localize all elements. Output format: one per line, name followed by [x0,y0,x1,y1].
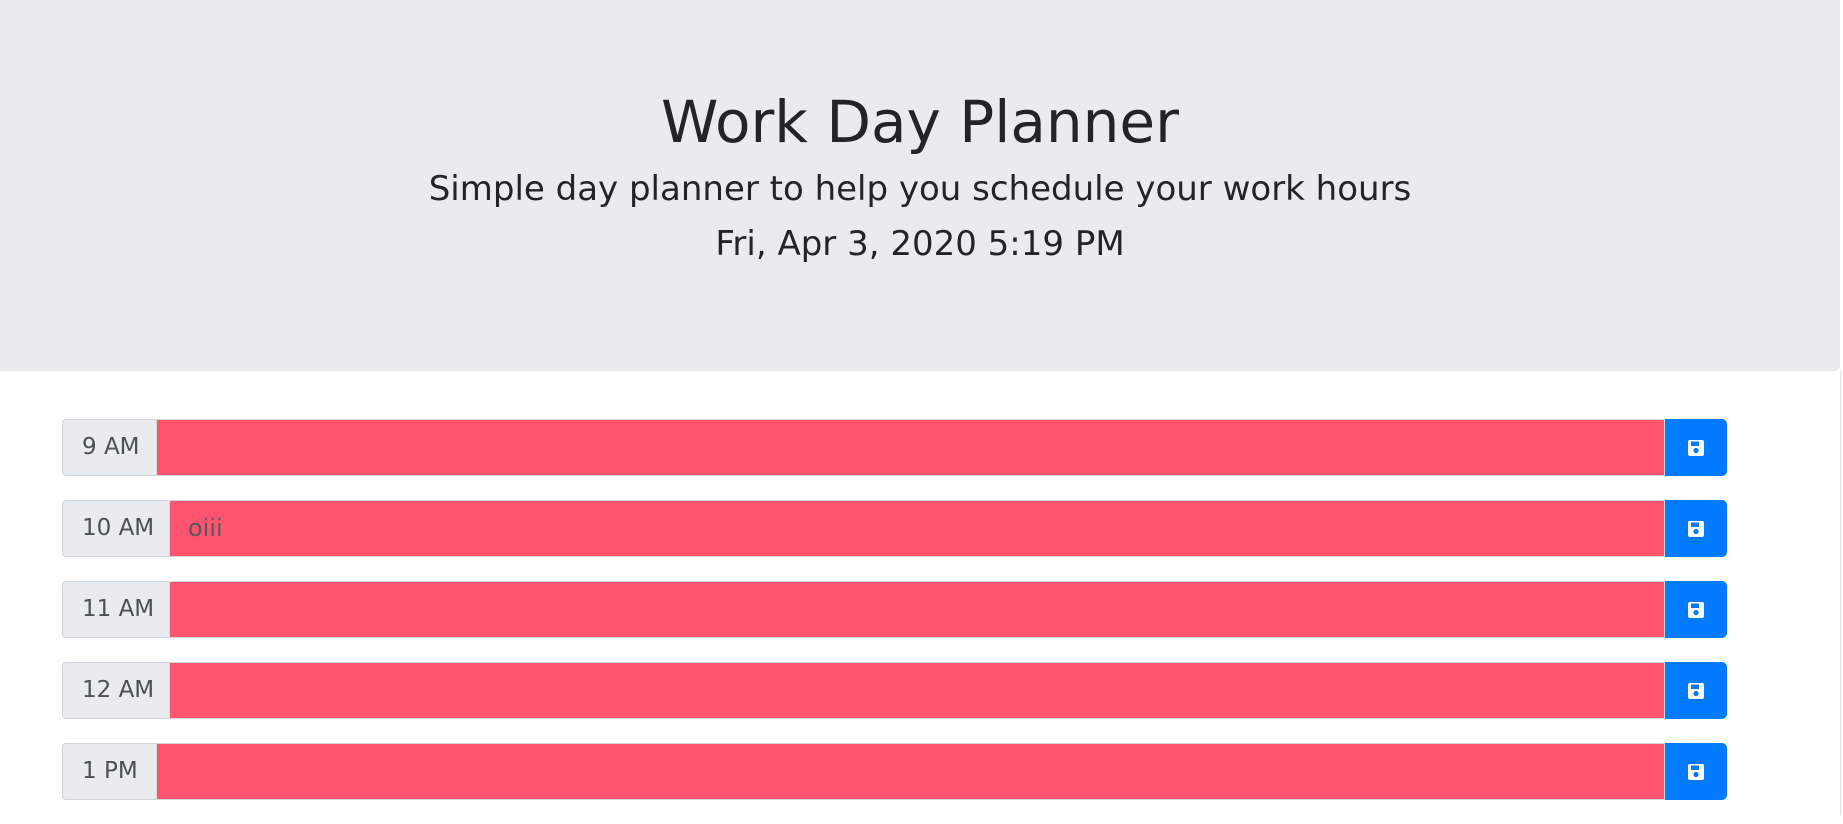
hour-event-input[interactable] [169,581,1665,638]
hour-block-list: 9 AM 10 AM oiii 11 AM 12 AM 1 PM [62,419,1727,824]
save-button[interactable] [1665,581,1727,638]
save-icon [1687,439,1705,457]
hour-event-input[interactable] [156,419,1665,476]
page-title: Work Day Planner [661,88,1179,156]
hour-block-1pm: 1 PM [62,743,1727,800]
hour-event-input[interactable] [156,743,1665,800]
hour-event-input[interactable] [169,662,1665,719]
save-icon [1687,520,1705,538]
save-button[interactable] [1665,743,1727,800]
save-button[interactable] [1665,662,1727,719]
page-subtitle: Simple day planner to help you schedule … [428,169,1412,209]
save-icon [1687,763,1705,781]
hour-event-input[interactable]: oiii [169,500,1665,557]
hour-block-10am: 10 AM oiii [62,500,1727,557]
hour-label: 9 AM [62,419,160,476]
hour-label: 12 AM [62,662,175,719]
hour-label: 11 AM [62,581,175,638]
hour-label: 1 PM [62,743,158,800]
hour-block-11am: 11 AM [62,581,1727,638]
save-button[interactable] [1665,500,1727,557]
hour-block-12am: 12 AM [62,662,1727,719]
current-date: Fri, Apr 3, 2020 5:19 PM [715,224,1125,264]
hour-label: 10 AM [62,500,175,557]
save-button[interactable] [1665,419,1727,476]
save-icon [1687,601,1705,619]
save-icon [1687,682,1705,700]
header-jumbotron: Work Day Planner Simple day planner to h… [0,0,1840,371]
page-edge-divider [1840,371,1841,815]
hour-block-9am: 9 AM [62,419,1727,476]
